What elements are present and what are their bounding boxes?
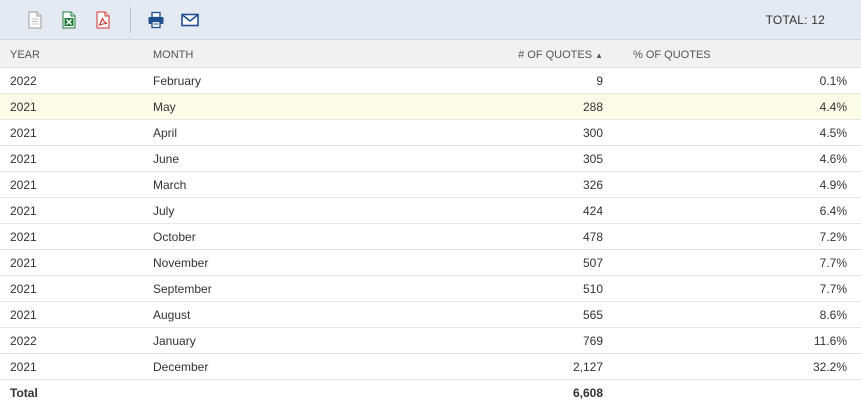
table-header: YEAR MONTH # OF QUOTES ▲ % OF QUOTES [0,40,861,68]
column-header-quotes-label: # OF QUOTES [518,49,593,61]
cell-quotes: 565 [582,308,603,322]
cell-percent: 7.2% [819,230,847,244]
cell-year: 2022 [10,74,37,88]
cell-percent: 4.4% [819,100,847,114]
cell-year: 2022 [10,334,37,348]
pdf-icon[interactable] [92,9,114,31]
table-row[interactable]: 2022 January 769 11.6% [0,328,861,354]
cell-quotes: 510 [582,282,603,296]
table-row[interactable]: 2021 July 424 6.4% [0,198,861,224]
cell-percent: 6.4% [819,204,847,218]
excel-icon[interactable] [58,9,80,31]
cell-year: 2021 [10,282,37,296]
cell-quotes: 288 [582,100,603,114]
cell-percent: 4.5% [819,126,847,140]
cell-year: 2021 [10,230,37,244]
cell-percent: 4.9% [819,178,847,192]
cell-percent: 11.6% [813,334,847,348]
cell-month: March [153,178,187,192]
table-row[interactable]: 2021 November 507 7.7% [0,250,861,276]
column-header-month[interactable]: MONTH [153,49,193,61]
cell-quotes: 2,127 [572,360,603,374]
table-row[interactable]: 2021 August 565 8.6% [0,302,861,328]
cell-year: 2021 [10,308,37,322]
table-body: 2022 February 9 0.1% 2021 May 288 4.4% 2… [0,68,861,380]
table-row[interactable]: 2021 March 326 4.9% [0,172,861,198]
table-row[interactable]: 2021 December 2,127 32.2% [0,354,861,380]
cell-quotes: 478 [582,230,603,244]
table-row[interactable]: 2021 May 288 4.4% [0,94,861,120]
sort-ascending-icon: ▲ [595,51,603,60]
cell-month: August [153,308,191,322]
cell-year: 2021 [10,360,37,374]
cell-quotes: 9 [596,74,603,88]
cell-quotes: 507 [582,256,603,270]
cell-quotes: 300 [582,126,603,140]
cell-month: June [153,152,180,166]
cell-percent: 0.1% [819,74,847,88]
column-header-quotes[interactable]: # OF QUOTES ▲ [518,49,603,61]
email-icon[interactable] [179,9,201,31]
table-row[interactable]: 2021 September 510 7.7% [0,276,861,302]
table-total-row: Total 6,608 [0,380,861,405]
cell-month: January [153,334,196,348]
cell-year: 2021 [10,152,37,166]
total-count-label: TOTAL: 12 [765,13,825,27]
cell-quotes: 305 [582,152,603,166]
table-row[interactable]: 2021 April 300 4.5% [0,120,861,146]
cell-year: 2021 [10,204,37,218]
print-icon[interactable] [145,9,167,31]
cell-percent: 8.6% [819,308,847,322]
total-quotes: 6,608 [572,386,603,400]
cell-month: May [153,100,176,114]
table-row[interactable]: 2022 February 9 0.1% [0,68,861,94]
cell-month: November [153,256,209,270]
cell-month: December [153,360,209,374]
cell-month: July [153,204,175,218]
cell-month: October [153,230,196,244]
cell-year: 2021 [10,256,37,270]
cell-quotes: 326 [582,178,603,192]
cell-quotes: 424 [582,204,603,218]
cell-year: 2021 [10,100,37,114]
toolbar-divider [130,6,131,33]
cell-percent: 32.2% [812,360,847,374]
cell-month: April [153,126,178,140]
document-icon[interactable] [24,9,46,31]
cell-quotes: 769 [582,334,603,348]
cell-percent: 4.6% [819,152,847,166]
cell-month: September [153,282,212,296]
table-row[interactable]: 2021 October 478 7.2% [0,224,861,250]
cell-year: 2021 [10,126,37,140]
column-header-year[interactable]: YEAR [10,49,40,61]
cell-percent: 7.7% [819,256,847,270]
cell-percent: 7.7% [819,282,847,296]
cell-year: 2021 [10,178,37,192]
cell-month: February [153,74,202,88]
column-header-percent[interactable]: % OF QUOTES [633,49,711,61]
total-label: Total [10,386,38,400]
toolbar: TOTAL: 12 [0,0,861,40]
table-row[interactable]: 2021 June 305 4.6% [0,146,861,172]
